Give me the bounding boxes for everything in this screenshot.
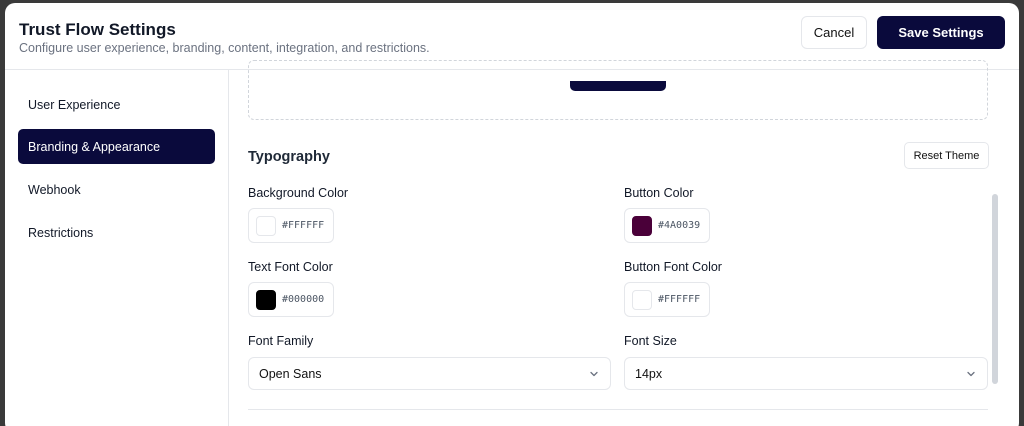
- background-color-swatch[interactable]: [256, 215, 276, 236]
- content-scrollbar[interactable]: [992, 194, 998, 384]
- sidebar-item-webhook[interactable]: Webhook: [18, 172, 215, 207]
- chevron-down-icon: [590, 371, 598, 377]
- button-color-value: #4A0039: [658, 220, 701, 231]
- settings-content: Typography Reset Theme Background Color …: [230, 60, 1019, 426]
- button-color-label: Button Color: [624, 186, 694, 200]
- button-font-color-label: Button Font Color: [624, 260, 722, 274]
- font-size-value: 14px: [635, 366, 663, 381]
- background-color-value: #FFFFFF: [282, 220, 325, 231]
- cancel-button[interactable]: Cancel: [801, 16, 867, 49]
- settings-sidebar: User Experience Branding & Appearance We…: [5, 70, 229, 426]
- save-settings-button[interactable]: Save Settings: [877, 16, 1005, 49]
- text-font-color-swatch[interactable]: [256, 289, 276, 310]
- sidebar-item-branding-appearance[interactable]: Branding & Appearance: [18, 129, 215, 164]
- sidebar-item-user-experience[interactable]: User Experience: [18, 87, 215, 122]
- font-size-label: Font Size: [624, 334, 677, 348]
- button-font-color-value: #FFFFFF: [658, 294, 701, 305]
- button-font-color-swatch[interactable]: [632, 289, 652, 310]
- sidebar-item-restrictions[interactable]: Restrictions: [18, 215, 215, 250]
- text-font-color-field[interactable]: #000000: [248, 282, 334, 317]
- section-divider: [248, 409, 988, 410]
- text-font-color-label: Text Font Color: [248, 260, 333, 274]
- modal-title: Trust Flow Settings: [19, 20, 176, 39]
- modal-subtitle: Configure user experience, branding, con…: [19, 41, 430, 55]
- font-family-label: Font Family: [248, 334, 314, 348]
- preview-button-shape: [570, 81, 666, 91]
- button-color-field[interactable]: #4A0039: [624, 208, 710, 243]
- chevron-down-icon: [967, 371, 975, 377]
- text-font-color-value: #000000: [282, 294, 325, 305]
- settings-modal: Trust Flow Settings Configure user exper…: [5, 3, 1019, 426]
- background-color-label: Background Color: [248, 186, 349, 200]
- font-size-select[interactable]: 14px: [624, 357, 988, 390]
- font-family-select[interactable]: Open Sans: [248, 357, 611, 390]
- logo-upload-area[interactable]: [248, 60, 988, 120]
- button-color-swatch[interactable]: [632, 215, 652, 236]
- reset-theme-button[interactable]: Reset Theme: [904, 142, 989, 169]
- section-title-typography: Typography: [248, 149, 330, 165]
- background-color-field[interactable]: #FFFFFF: [248, 208, 334, 243]
- button-font-color-field[interactable]: #FFFFFF: [624, 282, 710, 317]
- font-family-value: Open Sans: [259, 366, 322, 381]
